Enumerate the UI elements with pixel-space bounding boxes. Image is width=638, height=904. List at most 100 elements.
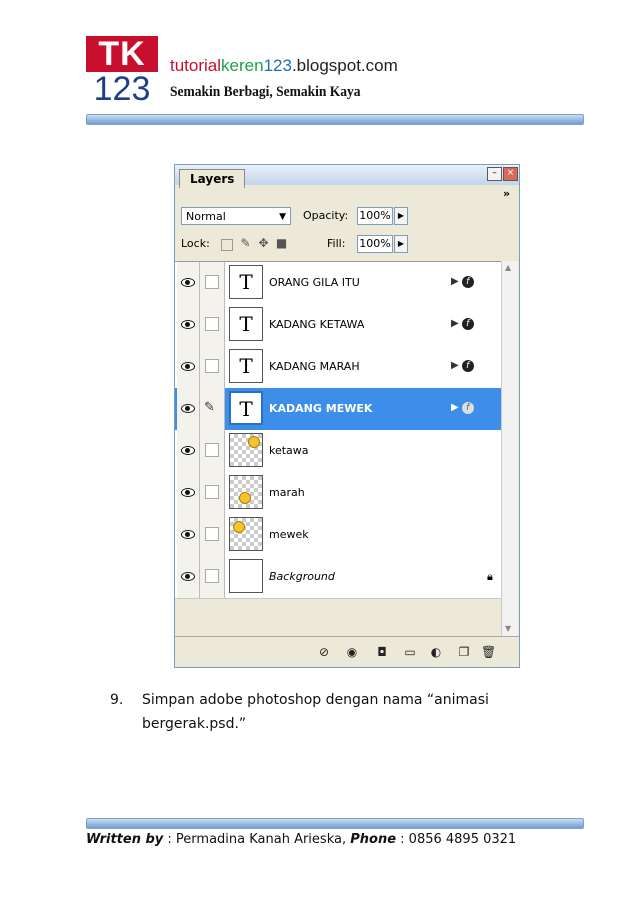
opacity-label: Opacity:	[303, 209, 349, 222]
link-box-icon	[205, 443, 219, 457]
lock-all-icon[interactable]: ■	[275, 237, 288, 250]
lock-transparency-icon[interactable]	[221, 239, 233, 251]
fill-slider-button[interactable]: ▶	[394, 235, 408, 253]
eye-icon	[181, 320, 195, 329]
link-toggle[interactable]	[200, 346, 225, 388]
visibility-toggle[interactable]	[177, 556, 200, 598]
layer-row[interactable]: ketawa	[175, 430, 501, 473]
blend-mode-value: Normal	[186, 210, 226, 223]
layer-effects[interactable]: ▶ f	[451, 360, 474, 372]
site-url-part: 123	[263, 56, 292, 75]
fx-icon: f	[461, 318, 474, 330]
step-text: Simpan adobe photoshop dengan nama “anim…	[142, 692, 489, 732]
tagline: Semakin Berbagi, Semakin Kaya	[170, 84, 361, 100]
phone-label: Phone	[350, 832, 397, 847]
minimize-icon[interactable]: –	[487, 167, 502, 181]
panel-titlebar: Layers – × »	[175, 165, 519, 200]
new-group-icon[interactable]: ▭	[403, 645, 417, 659]
text-layer-icon: T	[239, 397, 253, 421]
layer-name: KADANG MARAH	[269, 360, 360, 373]
lock-label: Lock:	[181, 237, 210, 250]
layer-row[interactable]: T ORANG GILA ITU ▶ f	[175, 262, 501, 305]
footer-author: : Permadina Kanah Arieska,	[163, 832, 351, 847]
layer-name: ORANG GILA ITU	[269, 276, 360, 289]
link-box-icon	[205, 317, 219, 331]
footer-divider	[86, 818, 584, 829]
link-toggle[interactable]: ✎	[200, 388, 225, 430]
fx-icon: f	[461, 402, 474, 414]
expand-arrow-icon: ▶	[451, 360, 459, 371]
add-layer-style-icon[interactable]: ◉	[345, 645, 359, 659]
link-toggle[interactable]	[200, 262, 225, 304]
visibility-toggle[interactable]	[177, 388, 200, 430]
visibility-toggle[interactable]	[177, 472, 200, 514]
layer-name: mewek	[269, 528, 309, 541]
opacity-slider-button[interactable]: ▶	[394, 207, 408, 225]
footer-phone: : 0856 4895 0321	[396, 832, 517, 847]
layer-row-selected[interactable]: ✎ T KADANG MEWEK ▶ f	[175, 388, 501, 431]
link-box-icon	[205, 359, 219, 373]
opacity-input[interactable]: 100%	[357, 207, 393, 225]
fill-label: Fill:	[327, 237, 346, 250]
written-by-label: Written by	[86, 832, 164, 847]
panel-menu-icon[interactable]: »	[503, 187, 510, 200]
tab-layers[interactable]: Layers	[179, 169, 246, 188]
trash-icon[interactable]: 🗑︎	[481, 645, 496, 659]
eye-icon	[181, 362, 195, 371]
link-toggle[interactable]	[200, 514, 225, 556]
layer-effects[interactable]: ▶ f	[451, 276, 474, 288]
layer-thumbnail: T	[229, 349, 263, 383]
layers-list: T ORANG GILA ITU ▶ f T KADANG KETAWA ▶ f T…	[175, 261, 501, 599]
emoticon-icon	[233, 521, 245, 533]
visibility-toggle[interactable]	[177, 304, 200, 346]
text-layer-icon: T	[239, 312, 253, 336]
layer-name: marah	[269, 486, 305, 499]
link-toggle[interactable]	[200, 472, 225, 514]
layer-thumbnail: T	[229, 307, 263, 341]
layers-panel: Layers – × » Normal ▼ Opacity: 100% ▶ Loc…	[174, 164, 520, 668]
visibility-toggle[interactable]	[177, 262, 200, 304]
scroll-up-icon[interactable]: ▲	[505, 263, 511, 272]
close-icon[interactable]: ×	[503, 167, 518, 181]
lock-image-icon[interactable]: ✎	[239, 237, 252, 250]
lock-position-icon[interactable]: ✥	[257, 237, 270, 250]
link-layers-icon[interactable]: ⊘	[317, 645, 331, 659]
visibility-toggle[interactable]	[177, 430, 200, 472]
logo-123: 123	[93, 70, 151, 108]
footer: Written by : Permadina Kanah Arieska, Ph…	[86, 832, 516, 847]
visibility-toggle[interactable]	[177, 346, 200, 388]
link-box-icon	[205, 485, 219, 499]
blend-mode-select[interactable]: Normal ▼	[181, 207, 291, 225]
eye-icon	[181, 404, 195, 413]
emoticon-icon	[239, 492, 251, 504]
layer-row[interactable]: Background 🔒︎	[175, 556, 501, 599]
layer-effects[interactable]: ▶ f	[451, 402, 474, 414]
link-box-icon	[205, 275, 219, 289]
add-mask-icon[interactable]: ◘	[375, 645, 389, 659]
layer-row[interactable]: T KADANG KETAWA ▶ f	[175, 304, 501, 347]
new-layer-icon[interactable]: ❐	[457, 645, 471, 659]
expand-arrow-icon: ▶	[451, 276, 459, 287]
emoticon-icon	[248, 436, 260, 448]
fill-input[interactable]: 100%	[357, 235, 393, 253]
site-url-part: keren	[221, 56, 264, 75]
site-url: tutorialkeren123.blogspot.com	[170, 56, 398, 76]
visibility-toggle[interactable]	[177, 514, 200, 556]
layer-row[interactable]: marah	[175, 472, 501, 515]
link-toggle[interactable]	[200, 430, 225, 472]
layers-scrollbar[interactable]: ▲ ▼	[501, 261, 518, 637]
layer-name: KADANG KETAWA	[269, 318, 365, 331]
link-toggle[interactable]	[200, 304, 225, 346]
layer-thumbnail	[229, 475, 263, 509]
layer-row[interactable]: mewek	[175, 514, 501, 557]
link-box-icon	[205, 527, 219, 541]
link-toggle[interactable]	[200, 556, 225, 598]
scroll-down-icon[interactable]: ▼	[505, 624, 511, 633]
lock-icon: 🔒︎	[487, 570, 493, 583]
layer-thumbnail: T	[229, 391, 263, 425]
adjustment-layer-icon[interactable]: ◐	[429, 645, 443, 659]
eye-icon	[181, 530, 195, 539]
site-url-part: .blogspot.com	[291, 56, 398, 75]
layer-effects[interactable]: ▶ f	[451, 318, 474, 330]
layer-row[interactable]: T KADANG MARAH ▶ f	[175, 346, 501, 389]
